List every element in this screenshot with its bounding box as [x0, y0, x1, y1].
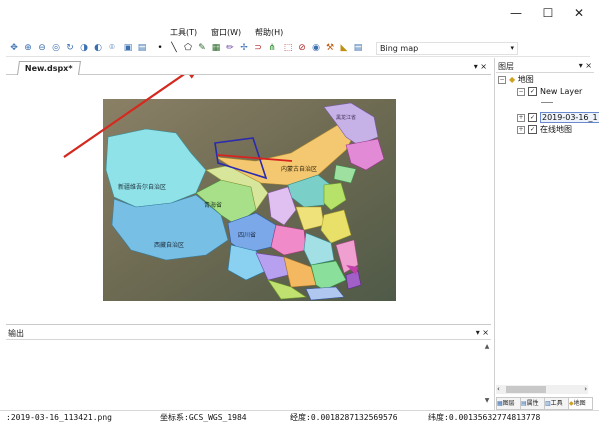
tab-controls[interactable]: ▾ ×	[474, 62, 487, 71]
zoom-out-icon[interactable]: ⊖	[36, 42, 48, 54]
split-icon[interactable]: ⋔	[266, 42, 278, 54]
magnet-icon[interactable]: ⊃	[252, 42, 264, 54]
map-label: 黑龙江省	[336, 114, 356, 121]
layer-item-image[interactable]: + ✓ 2019-03-16_1	[517, 112, 599, 123]
map-graphics: 新疆维吾尔自治区 西藏自治区 内蒙古自治区 黑龙江省 青海省 四川省	[63, 75, 396, 301]
zoom-in-icon[interactable]: ⊕	[22, 42, 34, 54]
document-tabbar: New.dspx* ▾ ×	[6, 60, 491, 75]
menu-help[interactable]: 帮助(H)	[255, 26, 283, 40]
layers-panel-tabs: ▦图层 ▤属性 ▥工具 ◆地图	[496, 397, 594, 410]
tab-properties[interactable]: ▤属性	[520, 397, 545, 410]
layer-tree-root-label: 地图	[517, 75, 534, 84]
measure-icon[interactable]: ◣	[338, 42, 350, 54]
table-icon[interactable]: ▤	[136, 42, 148, 54]
layer-visibility-checkbox[interactable]: ✓	[528, 87, 537, 96]
layer-visibility-checkbox[interactable]: ✓	[528, 125, 537, 134]
refresh-icon[interactable]: ↻	[64, 42, 76, 54]
scroll-left-icon[interactable]: ‹	[497, 385, 500, 394]
statusbar-border	[0, 410, 599, 411]
status-crs: 坐标系:GCS_WGS_1984	[160, 413, 247, 422]
draw-polygon-icon[interactable]: ⬠	[182, 42, 194, 54]
pan-icon[interactable]: ✥	[8, 42, 20, 54]
vertex-edit-icon[interactable]: ✎	[196, 42, 208, 54]
close-button[interactable]: ✕	[568, 4, 590, 22]
map-label: 新疆维吾尔自治区	[118, 183, 166, 191]
layer-item-new-layer[interactable]: − ✓ New Layer	[517, 86, 582, 97]
add-data-icon[interactable]: ▣	[122, 42, 134, 54]
status-file: :2019-03-16_113421.png	[6, 413, 112, 422]
layer-item-label: New Layer	[540, 87, 583, 96]
scroll-down-icon[interactable]: ▼	[483, 397, 491, 405]
globe-icon[interactable]: ◉	[310, 42, 322, 54]
expand-icon[interactable]: +	[517, 113, 525, 122]
collapse-icon[interactable]: −	[517, 87, 525, 96]
layers-panel-border	[494, 58, 495, 410]
maximize-button[interactable]: ☐	[537, 4, 559, 22]
draw-point-icon[interactable]: •	[154, 42, 166, 54]
status-latitude: 纬度:0.00135632774813778	[428, 413, 541, 422]
status-longitude: 经度:0.0018287132569576	[290, 413, 398, 422]
tab-new-dspx[interactable]: New.dspx*	[17, 61, 81, 75]
collapse-icon[interactable]: −	[498, 75, 506, 84]
layers-hscrollbar[interactable]: ‹ ›	[496, 385, 588, 394]
map-canvas[interactable]: 新疆维吾尔自治区 西藏自治区 内蒙古自治区 黑龙江省 青海省 四川省	[6, 75, 491, 323]
map-label: 四川省	[238, 231, 256, 239]
main-toolbar: ✥ ⊕ ⊖ ◎ ↻ ◑ ◐ ⌾ ▣ ▤ • ╲ ⬠ ✎ ▦ ✏ ✢ ⊃ ⋔ ⬚ …	[6, 42, 590, 57]
layers-panel-header: 图层 ▾ ×	[496, 60, 594, 73]
clear-selection-icon[interactable]: ⊘	[296, 42, 308, 54]
basemap-select-value: Bing map	[380, 44, 419, 53]
output-pane-title: 输出	[8, 329, 24, 338]
menu-tools[interactable]: 工具(T)	[170, 26, 197, 40]
previous-view-icon[interactable]: ◑	[78, 42, 90, 54]
attribute-edit-icon[interactable]: ▦	[210, 42, 222, 54]
basemap-select[interactable]: Bing map ▾	[376, 42, 518, 55]
basemap-icon[interactable]: ▤	[352, 42, 364, 54]
expand-icon[interactable]: +	[517, 125, 525, 134]
hammer-icon[interactable]: ⚒	[324, 42, 336, 54]
map-label: 西藏自治区	[154, 241, 184, 249]
output-pane-body[interactable]	[6, 340, 491, 406]
move-icon[interactable]: ✢	[238, 42, 250, 54]
output-pane-header: 输出 ▾ ×	[6, 327, 491, 340]
map-label: 青海省	[204, 201, 222, 209]
minimize-button[interactable]: —	[505, 4, 527, 22]
layer-visibility-checkbox[interactable]: ✓	[528, 113, 537, 122]
select-icon[interactable]: ⬚	[282, 42, 294, 54]
scroll-up-icon[interactable]: ▲	[483, 343, 491, 351]
output-pane-controls[interactable]: ▾ ×	[476, 328, 489, 337]
layer-tree-root[interactable]: − ◆ 地图	[498, 74, 534, 85]
scroll-right-icon[interactable]: ›	[584, 385, 587, 394]
next-view-icon[interactable]: ◐	[92, 42, 104, 54]
layers-panel-title: 图层	[498, 62, 514, 71]
layers-hscrollbar-thumb[interactable]	[506, 386, 546, 393]
tab-tools[interactable]: ▥工具	[544, 397, 569, 410]
layer-item-online-map[interactable]: + ✓ 在线地图	[517, 124, 572, 135]
pencil-icon[interactable]: ✏	[224, 42, 236, 54]
full-extent-icon[interactable]: ◎	[50, 42, 62, 54]
chevron-down-icon: ▾	[510, 44, 514, 52]
map-folder-icon: ◆	[509, 75, 516, 84]
tab-layers[interactable]: ▦图层	[496, 397, 521, 410]
region-hubei	[270, 224, 307, 256]
draw-line-icon[interactable]: ╲	[168, 42, 180, 54]
tab-map[interactable]: ◆地图	[568, 397, 593, 410]
identify-icon[interactable]: ⌾	[106, 42, 118, 54]
map-label: 内蒙古自治区	[281, 165, 317, 173]
layers-panel-controls[interactable]: ▾ ×	[579, 61, 592, 70]
layer-item-label: 在线地图	[540, 125, 572, 134]
layer-symbol-line	[541, 102, 553, 103]
splitter[interactable]	[6, 324, 491, 325]
menu-window[interactable]: 窗口(W)	[211, 26, 241, 40]
layer-item-label: 2019-03-16_1	[540, 112, 599, 123]
